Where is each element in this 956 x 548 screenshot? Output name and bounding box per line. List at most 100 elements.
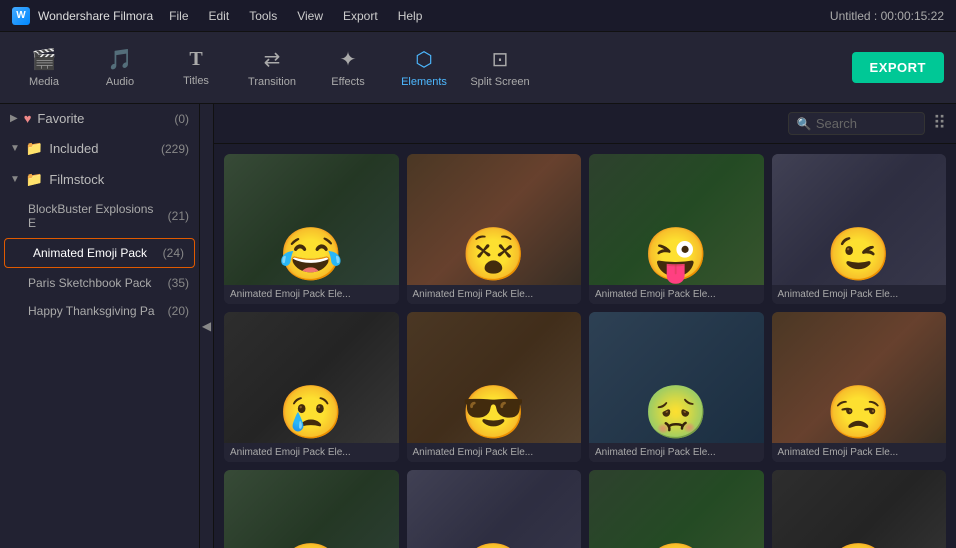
sidebar-item-parissketchbook[interactable]: Paris Sketchbook Pack(35) [0, 269, 199, 297]
audio-label: Audio [106, 76, 134, 88]
happythanksgiving-count: (20) [168, 304, 189, 318]
happythanksgiving-label: Happy Thanksgiving Pa [28, 304, 155, 318]
sidebar-item-filmstock[interactable]: ▼📁Filmstock [0, 164, 199, 195]
grid-item-2[interactable]: 😵Animated Emoji Pack Ele... [407, 154, 582, 304]
titlebar: W Wondershare Filmora File EditToolsViewE… [0, 0, 956, 32]
titles-label: Titles [183, 75, 209, 87]
toolbar-item-media[interactable]: 🎬 Media [8, 36, 80, 100]
emoji-6: 😎 [461, 387, 526, 439]
sidebar: ▶♥Favorite(0)▼📁Included(229)▼📁FilmstockB… [0, 104, 200, 548]
menu-item-file[interactable]: File [161, 7, 196, 25]
emoji-10: 😠 [461, 545, 526, 548]
sidebar-item-animatedemoji[interactable]: Animated Emoji Pack(24) [4, 238, 195, 268]
blockbuster-label: BlockBuster Explosions E [28, 202, 162, 230]
emoji-9: 😮 [279, 545, 344, 548]
included-label: Included [49, 141, 98, 156]
menu-item-edit[interactable]: Edit [201, 7, 238, 25]
favorite-count: (0) [174, 112, 189, 126]
folder-icon: 📁 [26, 140, 43, 157]
elements-icon: ⬡ [415, 47, 432, 72]
grid-item-7[interactable]: 🤢 Animated Emoji Pack Ele... [589, 312, 764, 462]
grid-view-icon[interactable]: ⠿ [933, 113, 946, 134]
sidebar-collapse-button[interactable]: ◀ [200, 104, 214, 548]
sidebar-item-included[interactable]: ▼ 📁 Included (229) [0, 133, 199, 164]
grid-label-7: Animated Emoji Pack Ele... [589, 443, 764, 462]
blockbuster-count: (21) [168, 209, 189, 223]
included-toggle-icon: ▼ [10, 143, 20, 154]
app-logo: W [12, 7, 30, 25]
filmstock-label: Filmstock [49, 172, 104, 187]
grid-label-5: Animated Emoji Pack Ele... [224, 443, 399, 462]
search-wrapper[interactable]: 🔍 [788, 112, 925, 135]
bg-photo-9 [224, 470, 399, 548]
content-area: 🔍 ⠿ 😂Animated Emoji Pack Ele...😵Animated… [214, 104, 956, 548]
grid-thumb-9: 😮 [224, 470, 399, 548]
grid-item-10[interactable]: 😠Animated Emoji Pack Ele... [407, 470, 582, 548]
grid-item-5[interactable]: 😢 Animated Emoji Pack Ele... [224, 312, 399, 462]
grid-item-11[interactable]: 😛Animated Emoji Pack Ele... [589, 470, 764, 548]
emoji-5: 😢 [279, 387, 344, 439]
collapse-arrow-icon: ◀ [202, 319, 211, 333]
grid-label-1: Animated Emoji Pack Ele... [224, 285, 399, 304]
toolbar-item-splitscreen[interactable]: ⊡Split Screen [464, 36, 536, 100]
grid-label-6: Animated Emoji Pack Ele... [407, 443, 582, 462]
included-count: (229) [161, 142, 189, 156]
menu-bar: File EditToolsViewExportHelp [161, 7, 430, 25]
grid-item-9[interactable]: 😮Animated Emoji Pack Ele... [224, 470, 399, 548]
toolbar: 🎬Media🎵AudioTTitles⇄Transition✦Effects⬡E… [0, 32, 956, 104]
media-icon: 🎬 [32, 47, 57, 72]
emoji-11: 😛 [644, 545, 709, 548]
emoji-2: 😵 [461, 229, 526, 281]
grid-thumb-8: 😒 [772, 312, 947, 443]
transition-label: Transition [248, 76, 296, 88]
media-label: Media [29, 76, 59, 88]
titles-icon: T [189, 48, 202, 71]
grid-item-8[interactable]: 😒Animated Emoji Pack Ele... [772, 312, 947, 462]
menu-item-help[interactable]: Help [390, 7, 431, 25]
grid-thumb-6: 😎 [407, 312, 582, 443]
menu-item-export[interactable]: Export [335, 7, 386, 25]
search-bar: 🔍 ⠿ [214, 104, 956, 144]
grid-item-3[interactable]: 😜Animated Emoji Pack Ele... [589, 154, 764, 304]
emoji-12: 😤 [826, 545, 891, 548]
toolbar-item-transition[interactable]: ⇄Transition [236, 36, 308, 100]
main-area: ▶♥Favorite(0)▼📁Included(229)▼📁FilmstockB… [0, 104, 956, 548]
audio-icon: 🎵 [108, 47, 133, 72]
export-button[interactable]: EXPORT [852, 52, 944, 83]
grid-item-1[interactable]: 😂Animated Emoji Pack Ele... [224, 154, 399, 304]
splitscreen-icon: ⊡ [492, 47, 509, 72]
app-name: Wondershare Filmora [38, 9, 153, 23]
grid-item-6[interactable]: 😎 Animated Emoji Pack Ele... [407, 312, 582, 462]
toolbar-item-elements[interactable]: ⬡Elements [388, 36, 460, 100]
titlebar-left: W Wondershare Filmora File EditToolsViewE… [12, 7, 430, 25]
emoji-4: 😉 [826, 229, 891, 281]
grid-container: 😂Animated Emoji Pack Ele...😵Animated Emo… [214, 144, 956, 548]
grid-thumb-11: 😛 [589, 470, 764, 548]
search-input[interactable] [816, 116, 916, 131]
bg-photo-11 [589, 470, 764, 548]
grid-item-4[interactable]: 😉 Animated Emoji Pack Ele... [772, 154, 947, 304]
animatedemoji-label: Animated Emoji Pack [33, 246, 147, 260]
grid-thumb-1: 😂 [224, 154, 399, 285]
favorite-toggle-icon: ▶ [10, 113, 18, 124]
emoji-7: 🤢 [644, 387, 709, 439]
emoji-3: 😜 [644, 229, 709, 281]
grid-thumb-5: 😢 [224, 312, 399, 443]
sidebar-item-favorite[interactable]: ▶♥Favorite(0) [0, 104, 199, 133]
grid-item-12[interactable]: 😤Animated Emoji Pack Ele... [772, 470, 947, 548]
sidebar-item-happythanksgiving[interactable]: Happy Thanksgiving Pa (20) [0, 297, 199, 325]
favorite-label: Favorite [37, 111, 84, 126]
parissketchbook-label: Paris Sketchbook Pack [28, 276, 151, 290]
grid-thumb-4: 😉 [772, 154, 947, 285]
menu-item-view[interactable]: View [289, 7, 331, 25]
toolbar-item-audio[interactable]: 🎵 Audio [84, 36, 156, 100]
toolbar-item-effects[interactable]: ✦Effects [312, 36, 384, 100]
effects-label: Effects [331, 76, 364, 88]
sidebar-item-blockbuster[interactable]: BlockBuster Explosions E (21) [0, 195, 199, 237]
emoji-8: 😒 [826, 387, 891, 439]
menu-item-tools[interactable]: Tools [241, 7, 285, 25]
bg-photo-12 [772, 470, 947, 548]
filmstock-toggle-icon: ▼ [10, 174, 20, 185]
grid-label-4: Animated Emoji Pack Ele... [772, 285, 947, 304]
toolbar-item-titles[interactable]: T Titles [160, 36, 232, 100]
